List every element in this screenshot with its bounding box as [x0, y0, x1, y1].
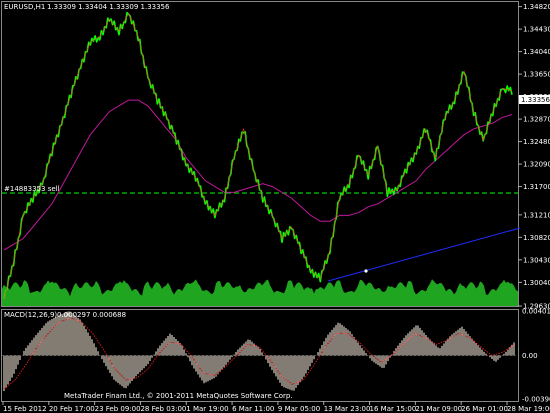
price-tick-label: 1.34820 — [523, 3, 550, 11]
price-tick-label: 1.34040 — [523, 48, 550, 56]
time-tick-label: 23 Feb 09:00 — [95, 405, 141, 413]
price-tick-label: 1.31210 — [523, 211, 550, 219]
price-tick-label: 1.33650 — [523, 71, 550, 79]
volume-area — [2, 279, 518, 306]
price-tick-label: 1.30820 — [523, 234, 550, 242]
time-tick-label: 28 Feb 03:00 — [140, 405, 186, 413]
metatrader-chart-window[interactable]: 1.348201.344301.340401.336501.332601.328… — [0, 0, 550, 413]
copyright-label: MetaTrader Finam Ltd., © 2001-2011 MetaQ… — [64, 392, 293, 400]
trend-line[interactable] — [327, 227, 521, 282]
price-tick-label: 1.32480 — [523, 138, 550, 146]
macd-values: 0.000297 0.000688 — [57, 311, 126, 319]
macd-tick-label: 0.004012 — [522, 307, 550, 315]
price-tick-label: 1.30430 — [523, 256, 550, 264]
macd-tick-label: 0.00 — [522, 352, 538, 360]
time-axis[interactable]: 15 Feb 2012 20 Feb 17:00 23 Feb 09:00 28 Fe… — [2, 401, 550, 413]
ohlc-values: 1.33309 1.33404 1.33309 1.33356 — [47, 3, 170, 11]
price-tick-label: 1.32090 — [523, 161, 550, 169]
macd-tick-label: -0.003900 — [522, 395, 550, 403]
time-tick-label: 9 Mar 05:00 — [278, 405, 320, 413]
time-tick-label: 21 Mar 09:00 — [415, 405, 462, 413]
time-tick-label: 15 Feb 2012 — [3, 405, 47, 413]
price-tick-label: 1.32870 — [523, 116, 550, 124]
price-tick-label: 1.34430 — [523, 26, 550, 34]
current-price-label: 1.33356 — [521, 96, 550, 104]
time-tick-label: 1 Mar 19:00 — [186, 405, 228, 413]
price-tick-label: 1.31700 — [523, 183, 550, 191]
volume-fill — [2, 279, 518, 306]
symbol-label: EURUSD,H1 — [4, 3, 45, 11]
order-label: #14883353 sell — [4, 185, 60, 193]
time-tick-label: 20 Feb 17:00 — [49, 405, 95, 413]
trend-line-anchor[interactable] — [364, 269, 368, 273]
price-axis[interactable]: 1.348201.344301.340401.336501.332601.328… — [518, 3, 550, 311]
time-tick-label: 16 Mar 15:00 — [370, 405, 417, 413]
time-tick-label: 28 Mar 19:00 — [507, 405, 550, 413]
price-overlay-line — [3, 12, 513, 300]
time-tick-label: 6 Mar 11:00 — [232, 405, 274, 413]
time-tick-label: 26 Mar 01:00 — [461, 405, 508, 413]
macd-label: MACD(12,26,9) — [4, 311, 57, 319]
price-tick-label: 1.30040 — [523, 279, 550, 287]
macd-axis: 0.004012 0.00 -0.003900 — [522, 307, 550, 403]
macd-histogram — [3, 311, 515, 392]
moving-average-line — [3, 99, 513, 251]
time-tick-label: 13 Mar 23:00 — [324, 405, 371, 413]
